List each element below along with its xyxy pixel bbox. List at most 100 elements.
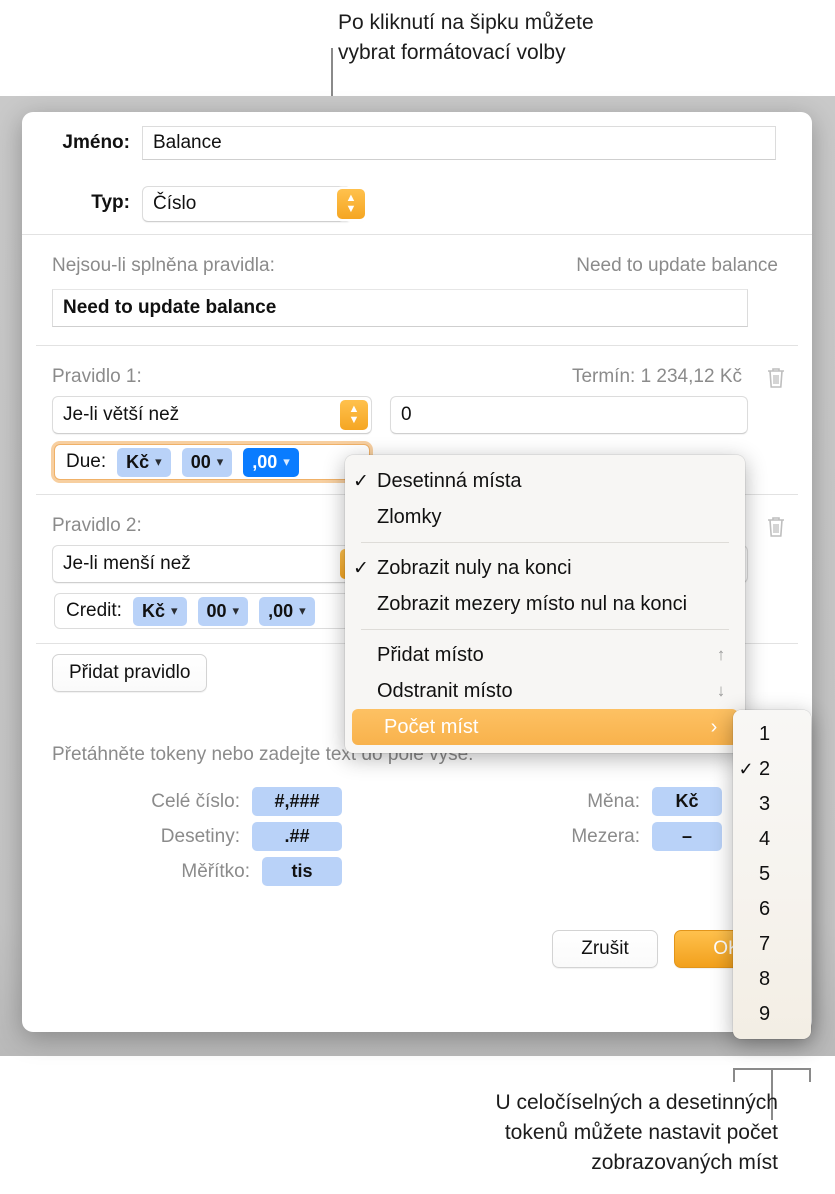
chevron-down-icon: ▾ (283, 454, 290, 469)
palette-token-integer[interactable]: #,### (252, 787, 342, 816)
submenu-option-label: 4 (759, 828, 771, 850)
rule-2-label: Pravidlo 2: (52, 515, 142, 536)
submenu-option-label: 7 (759, 933, 771, 955)
fallback-input[interactable]: Need to update balance (52, 289, 748, 327)
submenu-option-label: 6 (759, 898, 771, 920)
menu-item-decimal-places[interactable]: ✓ Desetinná místa (345, 463, 745, 499)
menu-item-remove-place[interactable]: Odstranit místo ↓ (345, 673, 745, 709)
submenu-option[interactable]: 5 (733, 857, 811, 892)
palette-token-space[interactable]: – (652, 822, 722, 851)
menu-item-label: Počet míst (384, 715, 479, 738)
token-label: ,00 (252, 451, 278, 472)
name-input[interactable]: Balance (142, 126, 776, 160)
menu-item-fractions[interactable]: Zlomky (345, 499, 745, 535)
check-icon: ✓ (353, 470, 369, 492)
menu-item-add-place[interactable]: Přidat místo ↑ (345, 637, 745, 673)
rule-1-delete-trash-icon[interactable] (766, 366, 786, 390)
token-decimal-selected[interactable]: ,00 ▾ (243, 447, 299, 477)
palette-row: Desetiny: .## (52, 819, 342, 854)
type-stepper-icon[interactable]: ▲ ▼ (337, 189, 365, 219)
token-decimal[interactable]: ,00 ▾ (259, 596, 315, 626)
menu-item-label: Přidat místo (377, 643, 484, 666)
submenu-option[interactable]: 7 (733, 927, 811, 962)
token-currency[interactable]: Kč ▾ (132, 596, 187, 626)
type-select[interactable]: Číslo (142, 186, 352, 222)
chevron-down-icon: ▾ (170, 603, 178, 618)
chevron-down-glyph: ▼ (345, 203, 357, 215)
callout-top-text: Po kliknutí na šipku můžete vybrat formá… (338, 11, 594, 64)
fallback-preview: Need to update balance (576, 255, 778, 276)
rule-1-preview: Termín: 1 234,12 Kč (571, 366, 742, 387)
check-icon: ✓ (738, 759, 754, 779)
rule-1-token-field[interactable]: Due: Kč ▾ 00 ▾ ,00 ▾ (54, 444, 370, 480)
fallback-label: Nejsou-li splněna pravidla: (52, 255, 275, 276)
callout-bottom-bracket-right (809, 1068, 811, 1082)
palette-token-decimals[interactable]: .## (252, 822, 342, 851)
type-row: Typ: Číslo ▲ ▼ (22, 174, 812, 234)
submenu-option[interactable]: 4 (733, 822, 811, 857)
token-label: .## (284, 826, 310, 846)
token-integer[interactable]: 00 ▾ (181, 447, 233, 477)
palette-row: Měna: Kč (502, 784, 722, 819)
submenu-option[interactable]: 8 (733, 962, 811, 997)
menu-item-number-of-places[interactable]: Počet míst › (352, 709, 738, 745)
token-palette-right: Měna: Kč Mezera: – (502, 784, 722, 854)
palette-label: Celé číslo: (151, 790, 240, 812)
rule-2-condition-select[interactable]: Je-li menší než (52, 545, 372, 583)
submenu-option[interactable]: 3 (733, 787, 811, 822)
fallback-row: Nejsou-li splněna pravidla: Need to upda… (22, 235, 812, 345)
chevron-right-icon: › (710, 715, 718, 738)
arrow-down-icon: ↓ (716, 681, 726, 700)
submenu-option-selected[interactable]: ✓ 2 (733, 752, 811, 787)
rule-1-condition-stepper-icon[interactable]: ▲ ▼ (340, 400, 368, 430)
menu-separator (361, 629, 729, 630)
rule-1-condition-select[interactable]: Je-li větší než (52, 396, 372, 434)
menu-item-label: Zobrazit nuly na konci (377, 556, 572, 579)
token-label: Kč (141, 600, 165, 621)
token-palette-left: Celé číslo: #,### Desetiny: .## Měřítko:… (52, 784, 342, 889)
rule-1-value-input[interactable]: 0 (390, 396, 748, 434)
menu-item-label: Odstranit místo (377, 679, 513, 702)
name-label: Jméno: (62, 132, 130, 153)
type-label: Typ: (91, 192, 130, 213)
palette-token-scale[interactable]: tis (262, 857, 342, 886)
submenu-option-label: 2 (759, 758, 771, 780)
palette-row: Mezera: – (502, 819, 722, 854)
token-currency[interactable]: Kč ▾ (117, 447, 171, 477)
rule-1-label: Pravidlo 1: (52, 366, 142, 387)
palette-label: Desetiny: (160, 825, 240, 847)
check-icon: ✓ (353, 557, 369, 579)
name-row: Jméno: Balance (22, 112, 812, 174)
submenu-option-label: 1 (759, 723, 771, 745)
menu-item-label: Desetinná místa (377, 469, 522, 492)
chevron-down-icon: ▾ (299, 603, 306, 618)
menu-item-label: Zobrazit mezery místo nul na konci (377, 592, 688, 615)
rule-1-token-name: Due: (66, 451, 107, 472)
submenu-option-label: 9 (759, 1003, 771, 1025)
menu-item-show-trailing-zeros[interactable]: ✓ Zobrazit nuly na konci (345, 550, 745, 586)
submenu-option-label: 5 (759, 863, 771, 885)
rule-2-token-name: Credit: (66, 600, 122, 621)
number-of-places-submenu: 1 ✓ 2 3 4 5 6 7 8 9 (733, 710, 811, 1039)
palette-label: Měna: (587, 790, 640, 812)
submenu-option-label: 8 (759, 968, 771, 990)
chevron-down-icon: ▾ (155, 454, 162, 469)
menu-item-show-spaces-instead-of-trailing-zeros[interactable]: Zobrazit mezery místo nul na konci (345, 586, 745, 622)
token-label: Kč (126, 451, 150, 472)
menu-item-label: Zlomky (377, 505, 442, 528)
token-label: tis (291, 861, 313, 881)
cancel-button[interactable]: Zrušit (552, 930, 658, 968)
token-label: #,### (274, 791, 320, 811)
rule-2-delete-trash-icon[interactable] (766, 515, 786, 539)
menu-separator (361, 542, 729, 543)
add-rule-button[interactable]: Přidat pravidlo (52, 654, 208, 692)
palette-token-currency[interactable]: Kč (652, 787, 722, 816)
submenu-option[interactable]: 6 (733, 892, 811, 927)
palette-label: Mezera: (571, 825, 640, 847)
submenu-option[interactable]: 9 (733, 997, 811, 1032)
callout-bottom-text: U celočíselných a desetinných tokenů můž… (495, 1091, 779, 1174)
submenu-option-label: 3 (759, 793, 771, 815)
token-integer[interactable]: 00 ▾ (197, 596, 249, 626)
callout-bottom-bracket-left (733, 1068, 735, 1082)
submenu-option[interactable]: 1 (733, 717, 811, 752)
